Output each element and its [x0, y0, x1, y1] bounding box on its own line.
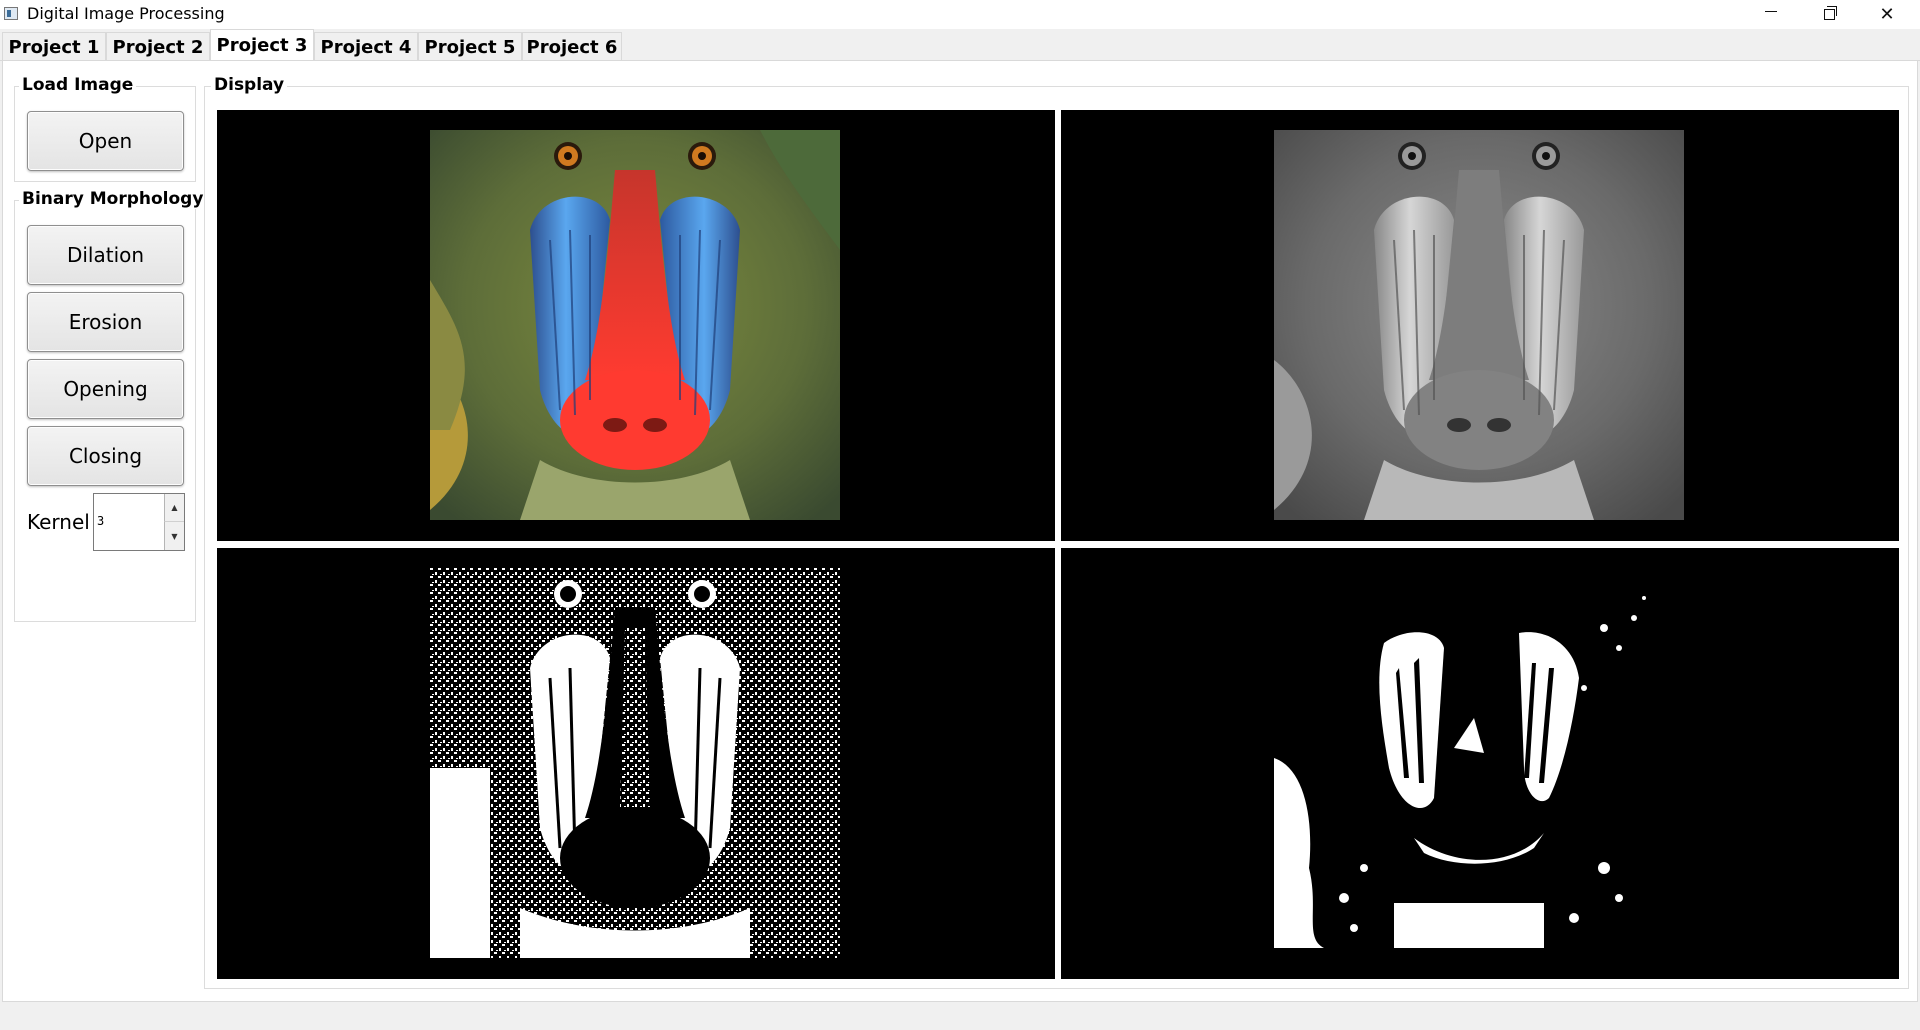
display-panel-color [217, 110, 1055, 541]
binary-mandrill-image [430, 568, 840, 958]
tab-project-2[interactable]: Project 2 [106, 32, 210, 61]
display-title: Display [211, 75, 288, 95]
kernel-label: Kernel [27, 510, 90, 534]
close-icon: ✕ [1879, 3, 1895, 25]
tab-project-5[interactable]: Project 5 [418, 32, 522, 61]
tab-project-3[interactable]: Project 3 [210, 29, 314, 61]
kernel-value[interactable]: 3 [97, 514, 104, 528]
binary-morphology-title: Binary Morphology [19, 189, 207, 209]
dilation-button[interactable]: Dilation [27, 225, 184, 285]
window-title: Digital Image Processing [27, 4, 225, 23]
title-bar: Digital Image Processing ✕ [0, 0, 1920, 29]
close-button[interactable]: ✕ [1858, 0, 1916, 29]
morphology-result-image [1274, 568, 1684, 958]
tab-project-4[interactable]: Project 4 [314, 32, 418, 61]
kernel-spinbox[interactable]: 3 ▲ ▼ [93, 493, 185, 551]
open-button[interactable]: Open [27, 111, 184, 171]
spin-up-button[interactable]: ▲ [164, 494, 184, 522]
display-panel-result [1061, 548, 1899, 979]
arrow-down-icon: ▼ [171, 531, 178, 541]
tab-project-6[interactable]: Project 6 [522, 32, 622, 61]
display-panel-grayscale [1061, 110, 1899, 541]
closing-button[interactable]: Closing [27, 426, 184, 486]
grayscale-mandrill-image [1274, 130, 1684, 520]
arrow-up-icon: ▲ [171, 503, 178, 512]
minimize-button[interactable] [1742, 0, 1800, 29]
opening-button[interactable]: Opening [27, 359, 184, 419]
status-bar [0, 1002, 1920, 1030]
color-mandrill-image [430, 130, 840, 520]
display-panel-binary [217, 548, 1055, 979]
app-icon [4, 7, 18, 20]
tab-project-1[interactable]: Project 1 [2, 32, 106, 61]
load-image-group: Load Image Open [14, 75, 196, 182]
restore-button[interactable] [1800, 0, 1858, 29]
display-group: Display [204, 75, 1909, 989]
spin-down-button[interactable]: ▼ [164, 522, 184, 550]
load-image-title: Load Image [19, 75, 137, 95]
minimize-icon [1765, 11, 1777, 12]
erosion-button[interactable]: Erosion [27, 292, 184, 352]
tab-content-pane: Load Image Open Binary Morphology Dilati… [2, 60, 1918, 1002]
tab-bar: Project 1 Project 2 Project 3 Project 4 … [0, 29, 1920, 61]
restore-icon [1823, 6, 1837, 20]
binary-morphology-group: Binary Morphology Dilation Erosion Openi… [14, 189, 207, 622]
